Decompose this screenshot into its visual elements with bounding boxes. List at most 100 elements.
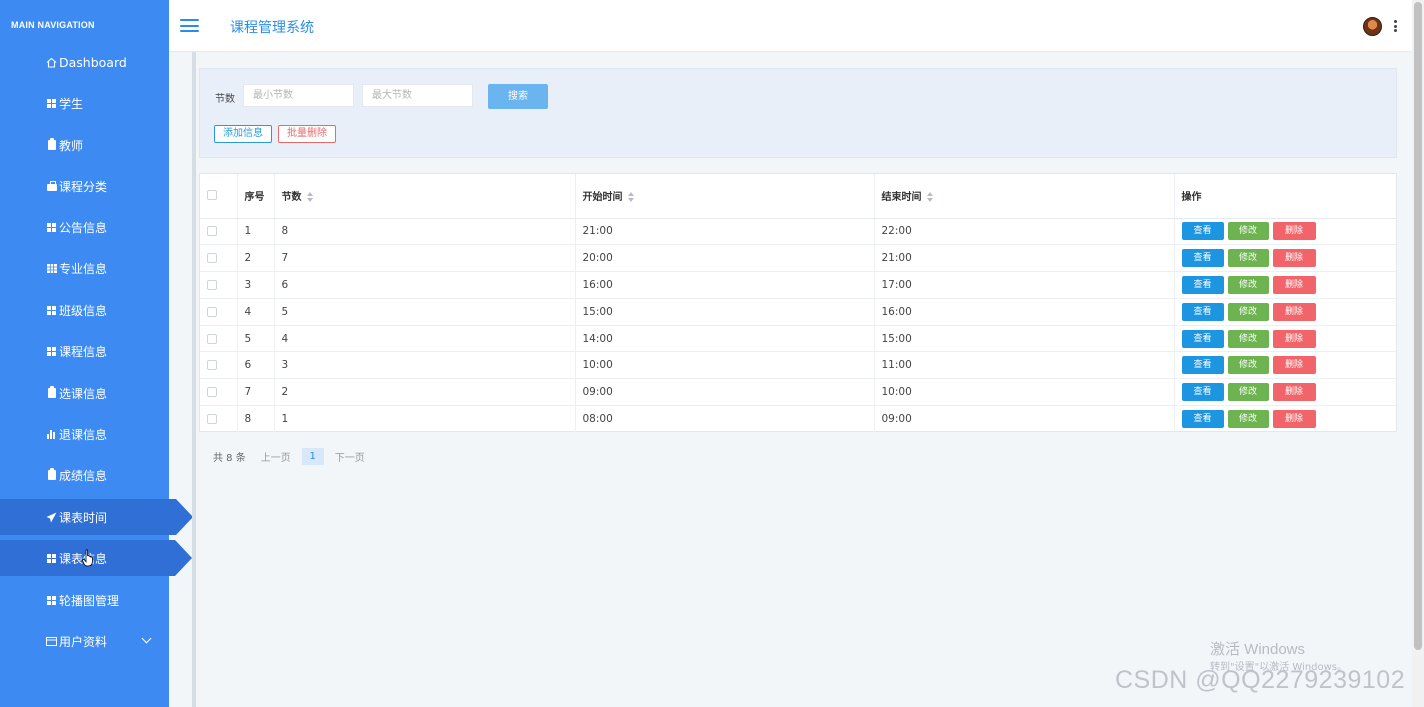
bar-chart-icon bbox=[46, 429, 57, 440]
sidebar-item-label: 退课信息 bbox=[59, 427, 108, 442]
cell-start: 20:00 bbox=[575, 244, 875, 273]
cell-end: 21:00 bbox=[874, 244, 1175, 273]
cell-section: 7 bbox=[274, 244, 576, 273]
cell-index: 3 bbox=[237, 271, 275, 299]
sidebar-item-course-selection[interactable]: 选课信息 bbox=[0, 375, 169, 411]
grid-icon bbox=[46, 553, 57, 564]
edit-button[interactable]: 修改 bbox=[1227, 410, 1269, 429]
view-button[interactable]: 查看 bbox=[1181, 275, 1224, 294]
sidebar-item-teachers[interactable]: 教师 bbox=[0, 127, 169, 163]
prev-page-button[interactable]: 上一页 bbox=[261, 449, 291, 464]
sidebar-item-label: 课程分类 bbox=[59, 179, 108, 194]
cell-section: 2 bbox=[274, 378, 576, 407]
top-header: 课程管理系统 bbox=[169, 0, 1412, 52]
column-header-end[interactable]: 结束时间 bbox=[874, 174, 1175, 219]
total-count: 共 8 条 bbox=[213, 453, 246, 464]
sidebar-item-label: 选课信息 bbox=[59, 386, 108, 401]
sidebar-item-label: 专业信息 bbox=[59, 261, 108, 276]
sidebar-item-course-withdrawal[interactable]: 退课信息 bbox=[0, 416, 169, 452]
column-header-label: 结束时间 bbox=[881, 192, 922, 204]
avatar[interactable] bbox=[1363, 17, 1382, 36]
row-checkbox[interactable] bbox=[207, 279, 217, 290]
sidebar-item-majors[interactable]: 专业信息 bbox=[0, 250, 169, 286]
sidebar-item-announcements[interactable]: 公告信息 bbox=[0, 209, 169, 245]
sort-icon[interactable] bbox=[627, 192, 635, 203]
column-header-label: 开始时间 bbox=[582, 192, 623, 204]
delete-button[interactable]: 删除 bbox=[1272, 249, 1316, 268]
sort-icon[interactable] bbox=[306, 192, 314, 203]
cell-start: 16:00 bbox=[575, 271, 875, 299]
max-section-input[interactable]: 最大节数 bbox=[362, 84, 473, 107]
edit-button[interactable]: 修改 bbox=[1227, 249, 1269, 268]
batch-delete-button[interactable]: 批量删除 bbox=[278, 125, 336, 143]
row-checkbox[interactable] bbox=[207, 360, 217, 371]
select-all-cell bbox=[200, 174, 238, 219]
kebab-menu-icon[interactable] bbox=[1394, 20, 1397, 32]
sidebar-item-carousel[interactable]: 轮播图管理 bbox=[0, 582, 169, 618]
view-button[interactable]: 查看 bbox=[1181, 329, 1224, 348]
min-section-input[interactable]: 最小节数 bbox=[243, 84, 354, 107]
page-number-button[interactable]: 1 bbox=[301, 448, 324, 465]
search-button[interactable]: 搜索 bbox=[488, 84, 548, 109]
sidebar-item-course-category[interactable]: 课程分类 bbox=[0, 168, 169, 204]
row-checkbox[interactable] bbox=[207, 387, 217, 398]
delete-button[interactable]: 删除 bbox=[1272, 356, 1316, 375]
edit-button[interactable]: 修改 bbox=[1227, 356, 1269, 375]
cell-end: 22:00 bbox=[874, 218, 1175, 246]
view-button[interactable]: 查看 bbox=[1181, 302, 1224, 321]
row-checkbox[interactable] bbox=[207, 333, 217, 344]
row-checkbox[interactable] bbox=[207, 414, 217, 425]
delete-button[interactable]: 删除 bbox=[1272, 302, 1316, 321]
sort-icon[interactable] bbox=[926, 192, 934, 203]
sidebar-item-grades[interactable]: 成绩信息 bbox=[0, 457, 169, 493]
table-row: 5 4 14:00 15:00 查看 修改 删除 bbox=[200, 325, 1396, 353]
view-button[interactable]: 查看 bbox=[1181, 356, 1224, 375]
row-checkbox[interactable] bbox=[207, 306, 217, 317]
row-checkbox[interactable] bbox=[207, 253, 217, 264]
select-all-checkbox[interactable] bbox=[207, 190, 217, 201]
edit-button[interactable]: 修改 bbox=[1227, 222, 1269, 241]
sidebar-item-label: 成绩信息 bbox=[59, 468, 108, 483]
delete-button[interactable]: 删除 bbox=[1272, 383, 1316, 402]
page-scrollbar[interactable] bbox=[1412, 0, 1424, 707]
cell-section: 6 bbox=[274, 271, 576, 299]
edit-button[interactable]: 修改 bbox=[1227, 275, 1269, 294]
app-title: 课程管理系统 bbox=[230, 20, 314, 36]
view-button[interactable]: 查看 bbox=[1181, 383, 1224, 402]
chevron-down-icon[interactable] bbox=[141, 633, 152, 644]
sidebar-item-courses[interactable]: 课程信息 bbox=[0, 333, 169, 369]
next-page-button[interactable]: 下一页 bbox=[335, 449, 365, 464]
view-button[interactable]: 查看 bbox=[1181, 410, 1224, 429]
delete-button[interactable]: 删除 bbox=[1272, 329, 1316, 348]
sidebar-item-label: Dashboard bbox=[59, 54, 127, 70]
column-header-label: 节数 bbox=[281, 192, 302, 204]
delete-button[interactable]: 删除 bbox=[1272, 222, 1316, 241]
delete-button[interactable]: 删除 bbox=[1272, 275, 1316, 294]
hamburger-icon[interactable] bbox=[180, 19, 199, 32]
row-checkbox[interactable] bbox=[207, 226, 217, 237]
sidebar-item-user-profile[interactable]: 用户资料 bbox=[0, 623, 169, 659]
delete-button[interactable]: 删除 bbox=[1272, 410, 1316, 429]
cell-section: 1 bbox=[274, 405, 576, 433]
sidebar-item-classes[interactable]: 班级信息 bbox=[0, 292, 169, 328]
edit-button[interactable]: 修改 bbox=[1227, 383, 1269, 402]
add-info-button[interactable]: 添加信息 bbox=[214, 125, 272, 143]
sidebar-scrollbar[interactable] bbox=[192, 30, 196, 707]
cell-section: 3 bbox=[274, 351, 576, 380]
scrollbar-thumb[interactable] bbox=[1414, 2, 1422, 650]
sidebar-item-students[interactable]: 学生 bbox=[0, 85, 169, 121]
table-row: 6 3 10:00 11:00 查看 修改 删除 bbox=[200, 351, 1396, 380]
column-header-start[interactable]: 开始时间 bbox=[575, 174, 875, 219]
sidebar-item-timetable-time[interactable]: 课表时间 bbox=[0, 499, 193, 535]
clipboard-icon bbox=[46, 138, 57, 151]
cell-actions: 查看 修改 删除 bbox=[1174, 218, 1396, 246]
edit-button[interactable]: 修改 bbox=[1227, 329, 1269, 348]
cell-actions: 查看 修改 删除 bbox=[1174, 378, 1396, 407]
cell-section: 8 bbox=[274, 218, 576, 246]
view-button[interactable]: 查看 bbox=[1181, 222, 1224, 241]
edit-button[interactable]: 修改 bbox=[1227, 302, 1269, 321]
mouse-cursor-icon bbox=[82, 549, 93, 567]
view-button[interactable]: 查看 bbox=[1181, 249, 1224, 268]
column-header-section[interactable]: 节数 bbox=[274, 174, 576, 219]
sidebar-item-dashboard[interactable]: Dashboard bbox=[0, 44, 169, 80]
